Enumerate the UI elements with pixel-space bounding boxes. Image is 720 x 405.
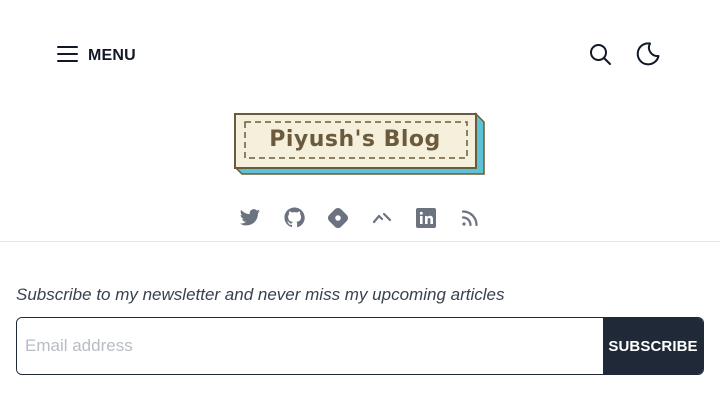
newsletter-description: Subscribe to my newsletter and never mis…	[16, 285, 505, 304]
social-links	[0, 206, 720, 234]
hamburger-icon	[56, 44, 79, 69]
header-divider	[0, 241, 720, 242]
rss-icon	[460, 208, 480, 233]
email-input[interactable]	[17, 318, 603, 374]
twitter-link[interactable]	[236, 206, 264, 234]
search-button[interactable]	[586, 42, 614, 70]
menu-button[interactable]: MENU	[56, 42, 136, 70]
linkedin-icon	[416, 207, 436, 233]
logo-text: Piyush's Blog	[269, 127, 441, 152]
theme-toggle-button[interactable]	[634, 41, 662, 72]
subscribe-button[interactable]: SUBSCRIBE	[603, 318, 703, 374]
newsletter-form: SUBSCRIBE	[16, 317, 704, 375]
hashnode-link[interactable]	[324, 206, 352, 234]
moon-icon	[635, 41, 661, 72]
github-link[interactable]	[280, 206, 308, 234]
twitter-icon	[239, 208, 261, 233]
hashnode-icon	[327, 207, 349, 234]
github-icon	[283, 207, 305, 233]
rss-link[interactable]	[456, 206, 484, 234]
search-icon	[588, 42, 612, 71]
blog-logo[interactable]: Piyush's Blog	[234, 112, 486, 178]
menu-label: MENU	[88, 47, 136, 64]
header: MENU	[0, 0, 720, 112]
devto-icon	[372, 211, 392, 230]
linkedin-link[interactable]	[412, 206, 440, 234]
devto-link[interactable]	[368, 206, 396, 234]
